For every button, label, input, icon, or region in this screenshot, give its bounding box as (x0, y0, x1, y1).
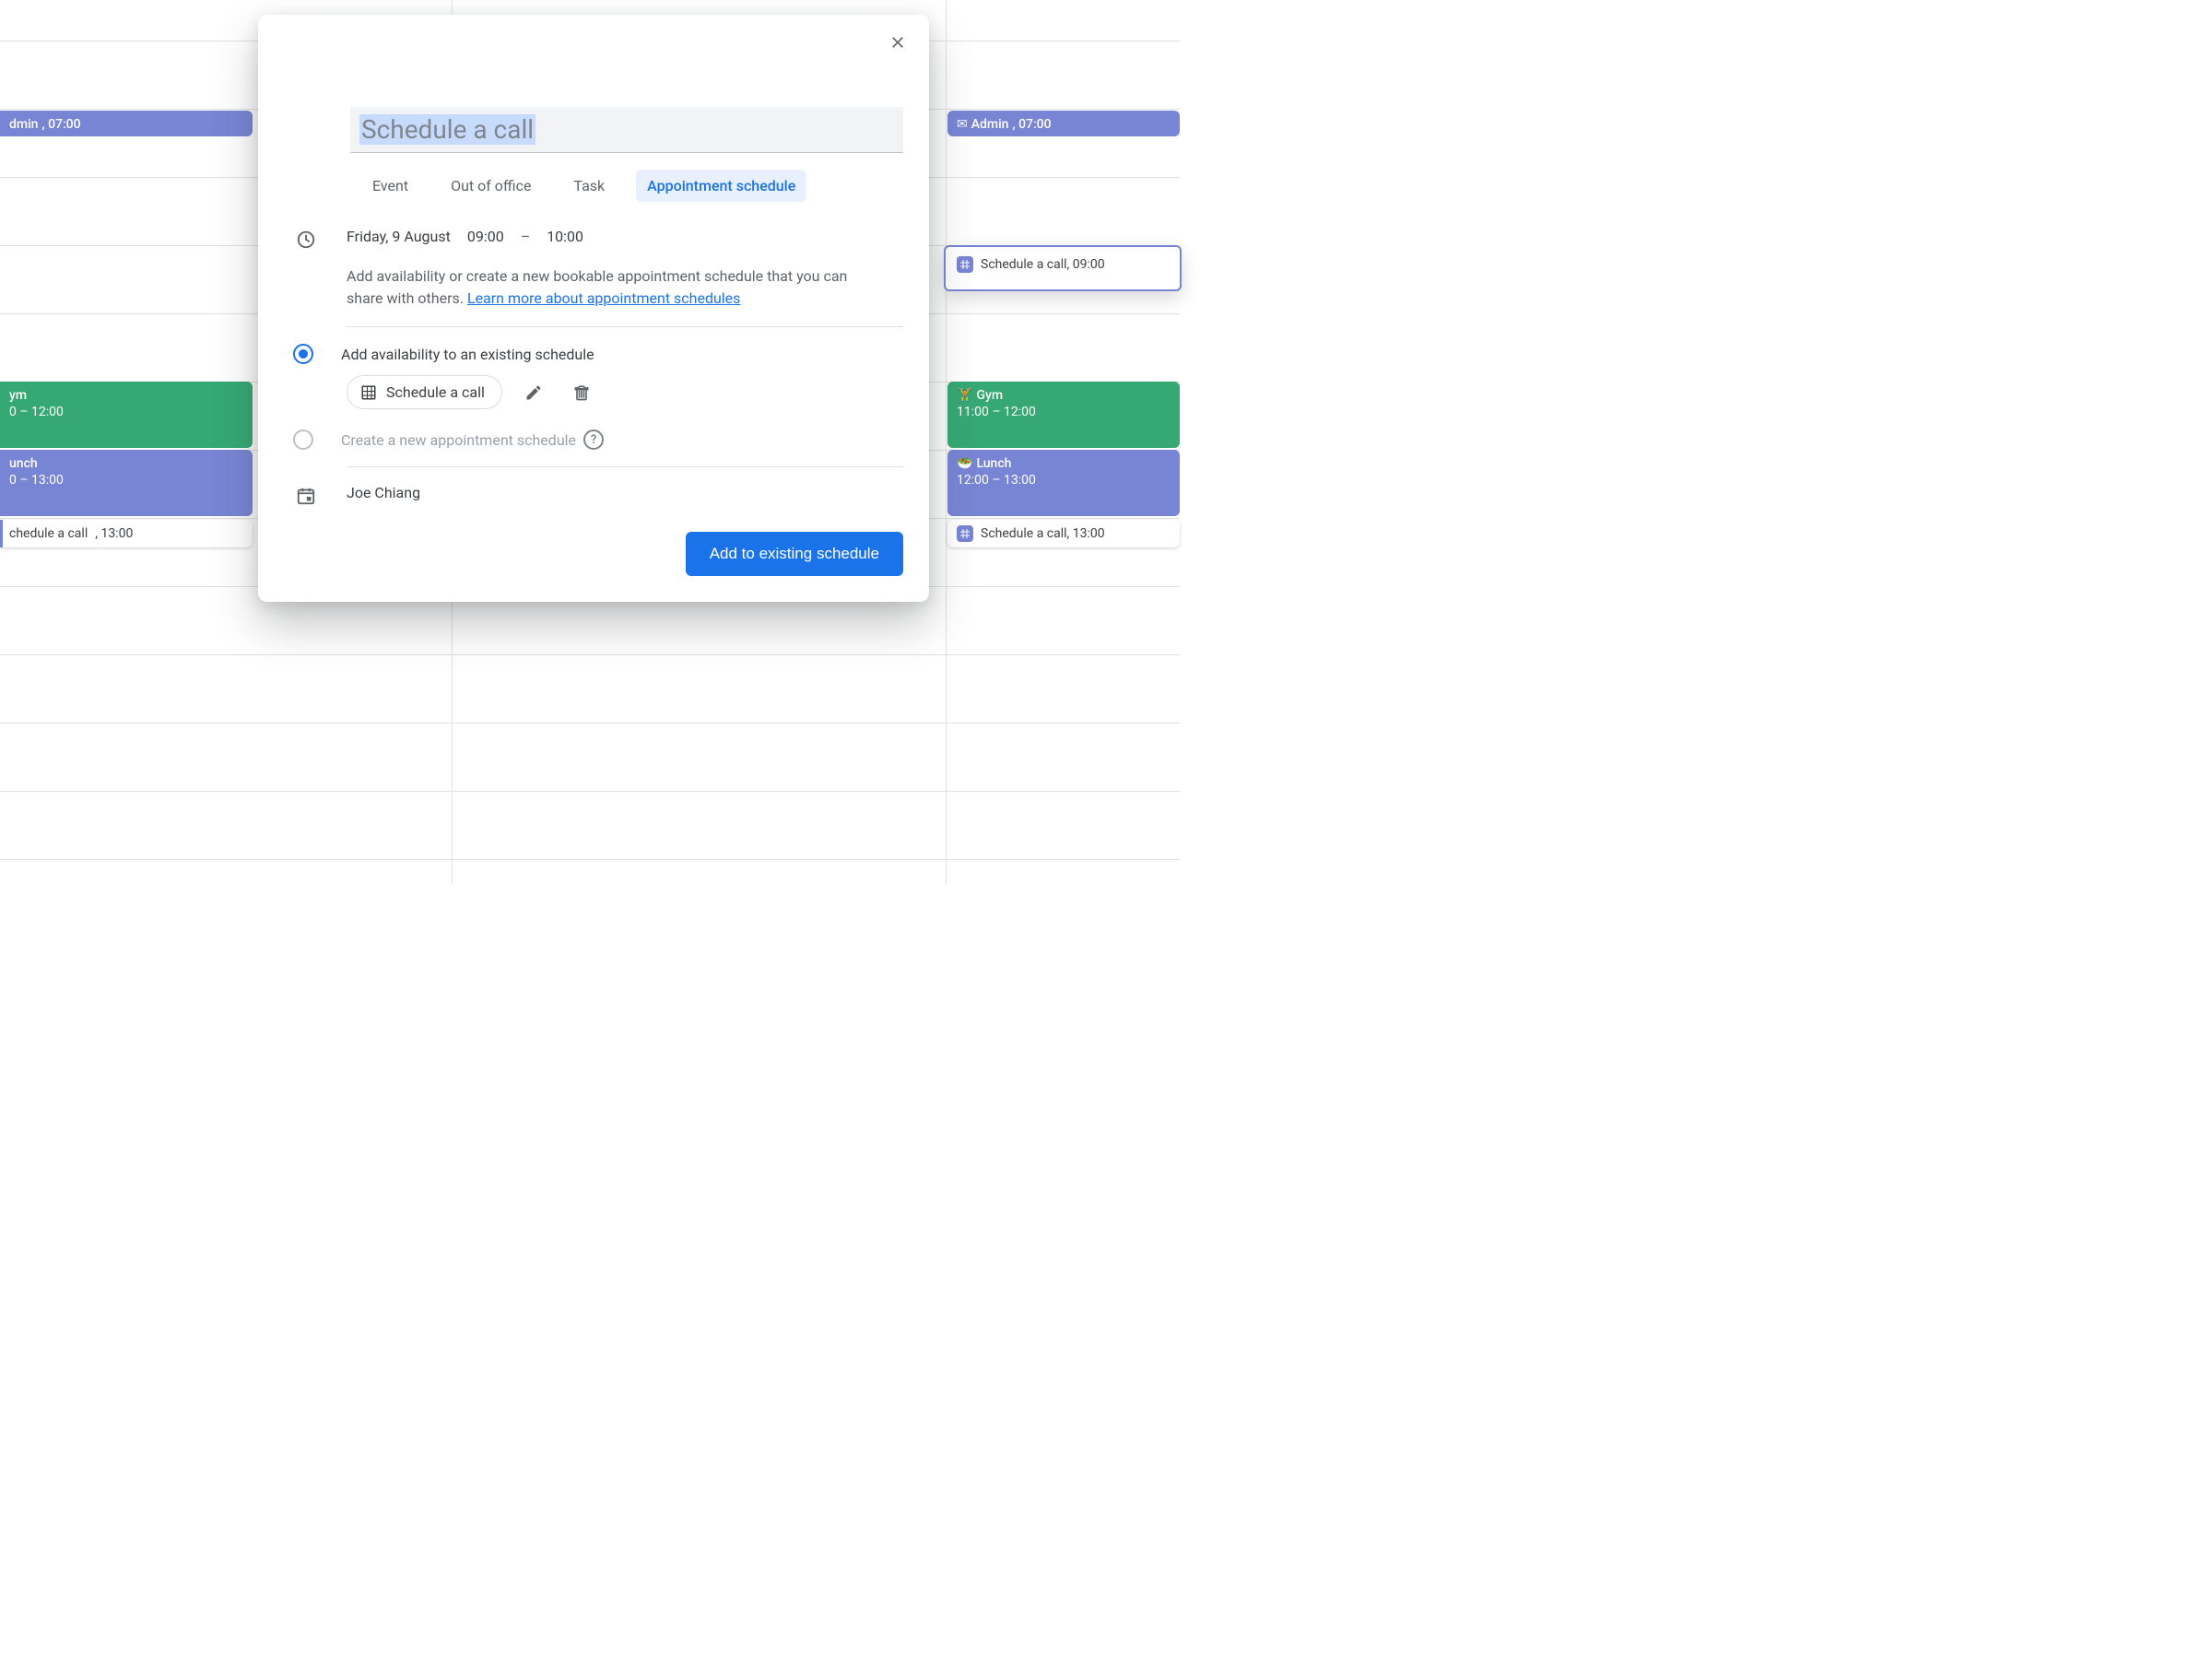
pencil-icon (524, 383, 543, 402)
end-time[interactable]: 10:00 (547, 228, 583, 245)
divider (347, 466, 903, 467)
help-icon[interactable]: ? (583, 429, 604, 450)
calendar-owner[interactable]: Joe Chiang (347, 484, 420, 501)
option-new-row[interactable]: Create a new appointment schedule ? (258, 429, 929, 450)
option-new-label: Create a new appointment schedule (341, 431, 576, 449)
radio-new[interactable] (293, 429, 313, 450)
radio-existing[interactable] (293, 344, 313, 364)
calendar-icon (296, 486, 316, 506)
submit-button[interactable]: Add to existing schedule (686, 532, 903, 576)
trash-icon (572, 383, 591, 402)
divider (347, 326, 903, 327)
tab-event[interactable]: Event (361, 170, 419, 202)
existing-schedule-chip[interactable]: Schedule a call (347, 375, 502, 409)
close-icon (888, 33, 907, 52)
description-text: Add availability or create a new bookabl… (347, 265, 881, 310)
grid-icon (360, 384, 377, 401)
delete-button[interactable] (565, 376, 598, 409)
event-type-tabs: Event Out of office Task Appointment sch… (361, 170, 929, 202)
start-time[interactable]: 09:00 (467, 228, 504, 245)
edit-button[interactable] (517, 376, 550, 409)
existing-schedule-label: Schedule a call (386, 383, 485, 401)
event-dialog: Schedule a call Event Out of office Task… (258, 15, 929, 602)
dialog-scrim: Schedule a call Event Out of office Task… (0, 0, 1180, 885)
option-existing-row[interactable]: Add availability to an existing schedule (258, 344, 929, 364)
clock-icon (296, 229, 316, 250)
title-text: Schedule a call (359, 114, 535, 145)
tab-task[interactable]: Task (562, 170, 616, 202)
title-input[interactable]: Schedule a call (350, 107, 903, 153)
calendar-row: Joe Chiang (258, 484, 929, 506)
time-separator: – (521, 228, 531, 245)
tab-out-of-office[interactable]: Out of office (440, 170, 542, 202)
time-row: Friday, 9 August 09:00 – 10:00 Add avail… (258, 228, 929, 310)
tab-appointment-schedule[interactable]: Appointment schedule (636, 170, 806, 202)
option-existing-label: Add availability to an existing schedule (341, 346, 594, 363)
date-text[interactable]: Friday, 9 August (347, 228, 451, 245)
close-button[interactable] (879, 24, 916, 61)
learn-more-link[interactable]: Learn more about appointment schedules (467, 289, 740, 307)
